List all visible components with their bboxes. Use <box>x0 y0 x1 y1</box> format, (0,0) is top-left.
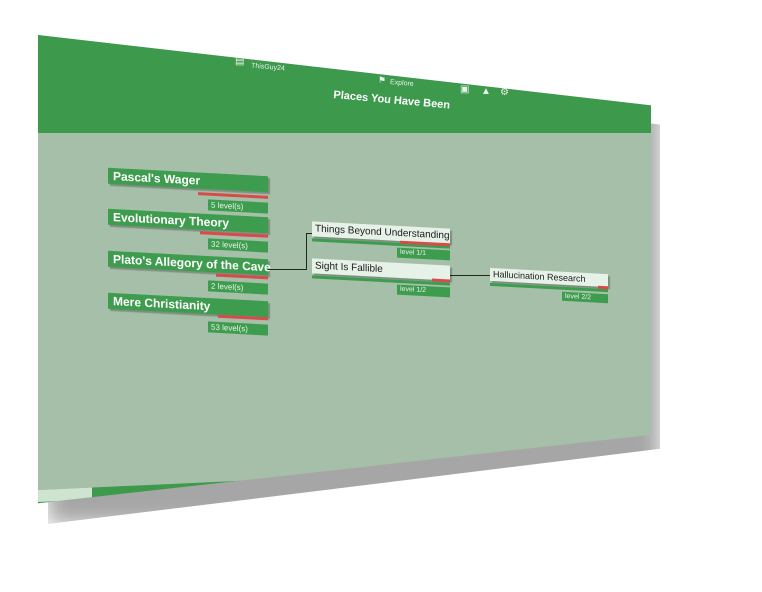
header-bar <box>38 35 651 133</box>
footer-accent-right <box>629 462 651 472</box>
level-label: level 1/2 <box>397 284 450 298</box>
topic-progress <box>198 192 268 199</box>
explore-icon[interactable]: ⚑ <box>378 75 386 85</box>
connector-line <box>268 269 306 270</box>
topic-levels: 32 level(s) <box>208 238 268 253</box>
settings-gear-icon[interactable]: ⚙ <box>500 88 509 98</box>
connector-line <box>306 233 307 270</box>
inventory-icon[interactable]: ▣ <box>460 85 469 95</box>
user-icon[interactable]: ▤ <box>235 57 244 67</box>
level-label: level 1/1 <box>397 247 450 261</box>
connector-line <box>450 275 490 276</box>
topic-levels: 53 level(s) <box>208 321 268 336</box>
topic-title[interactable]: Evolutionary Theory <box>108 208 268 234</box>
topic-title[interactable]: Plato's Allegory of the Cave <box>108 250 271 276</box>
topic-levels: 2 level(s) <box>208 280 268 295</box>
topic-title[interactable]: Mere Christianity <box>108 292 268 318</box>
level-label: level 2/2 <box>562 291 608 304</box>
level-progress <box>598 285 608 290</box>
hierarchy-icon[interactable]: ▲ <box>481 87 491 97</box>
app-window: ▤ ThisGuy24 ⚑ Explore Places You Have Be… <box>38 35 651 504</box>
topic-levels: 5 level(s) <box>208 199 268 214</box>
topic-title[interactable]: Pascal's Wager <box>108 167 268 193</box>
